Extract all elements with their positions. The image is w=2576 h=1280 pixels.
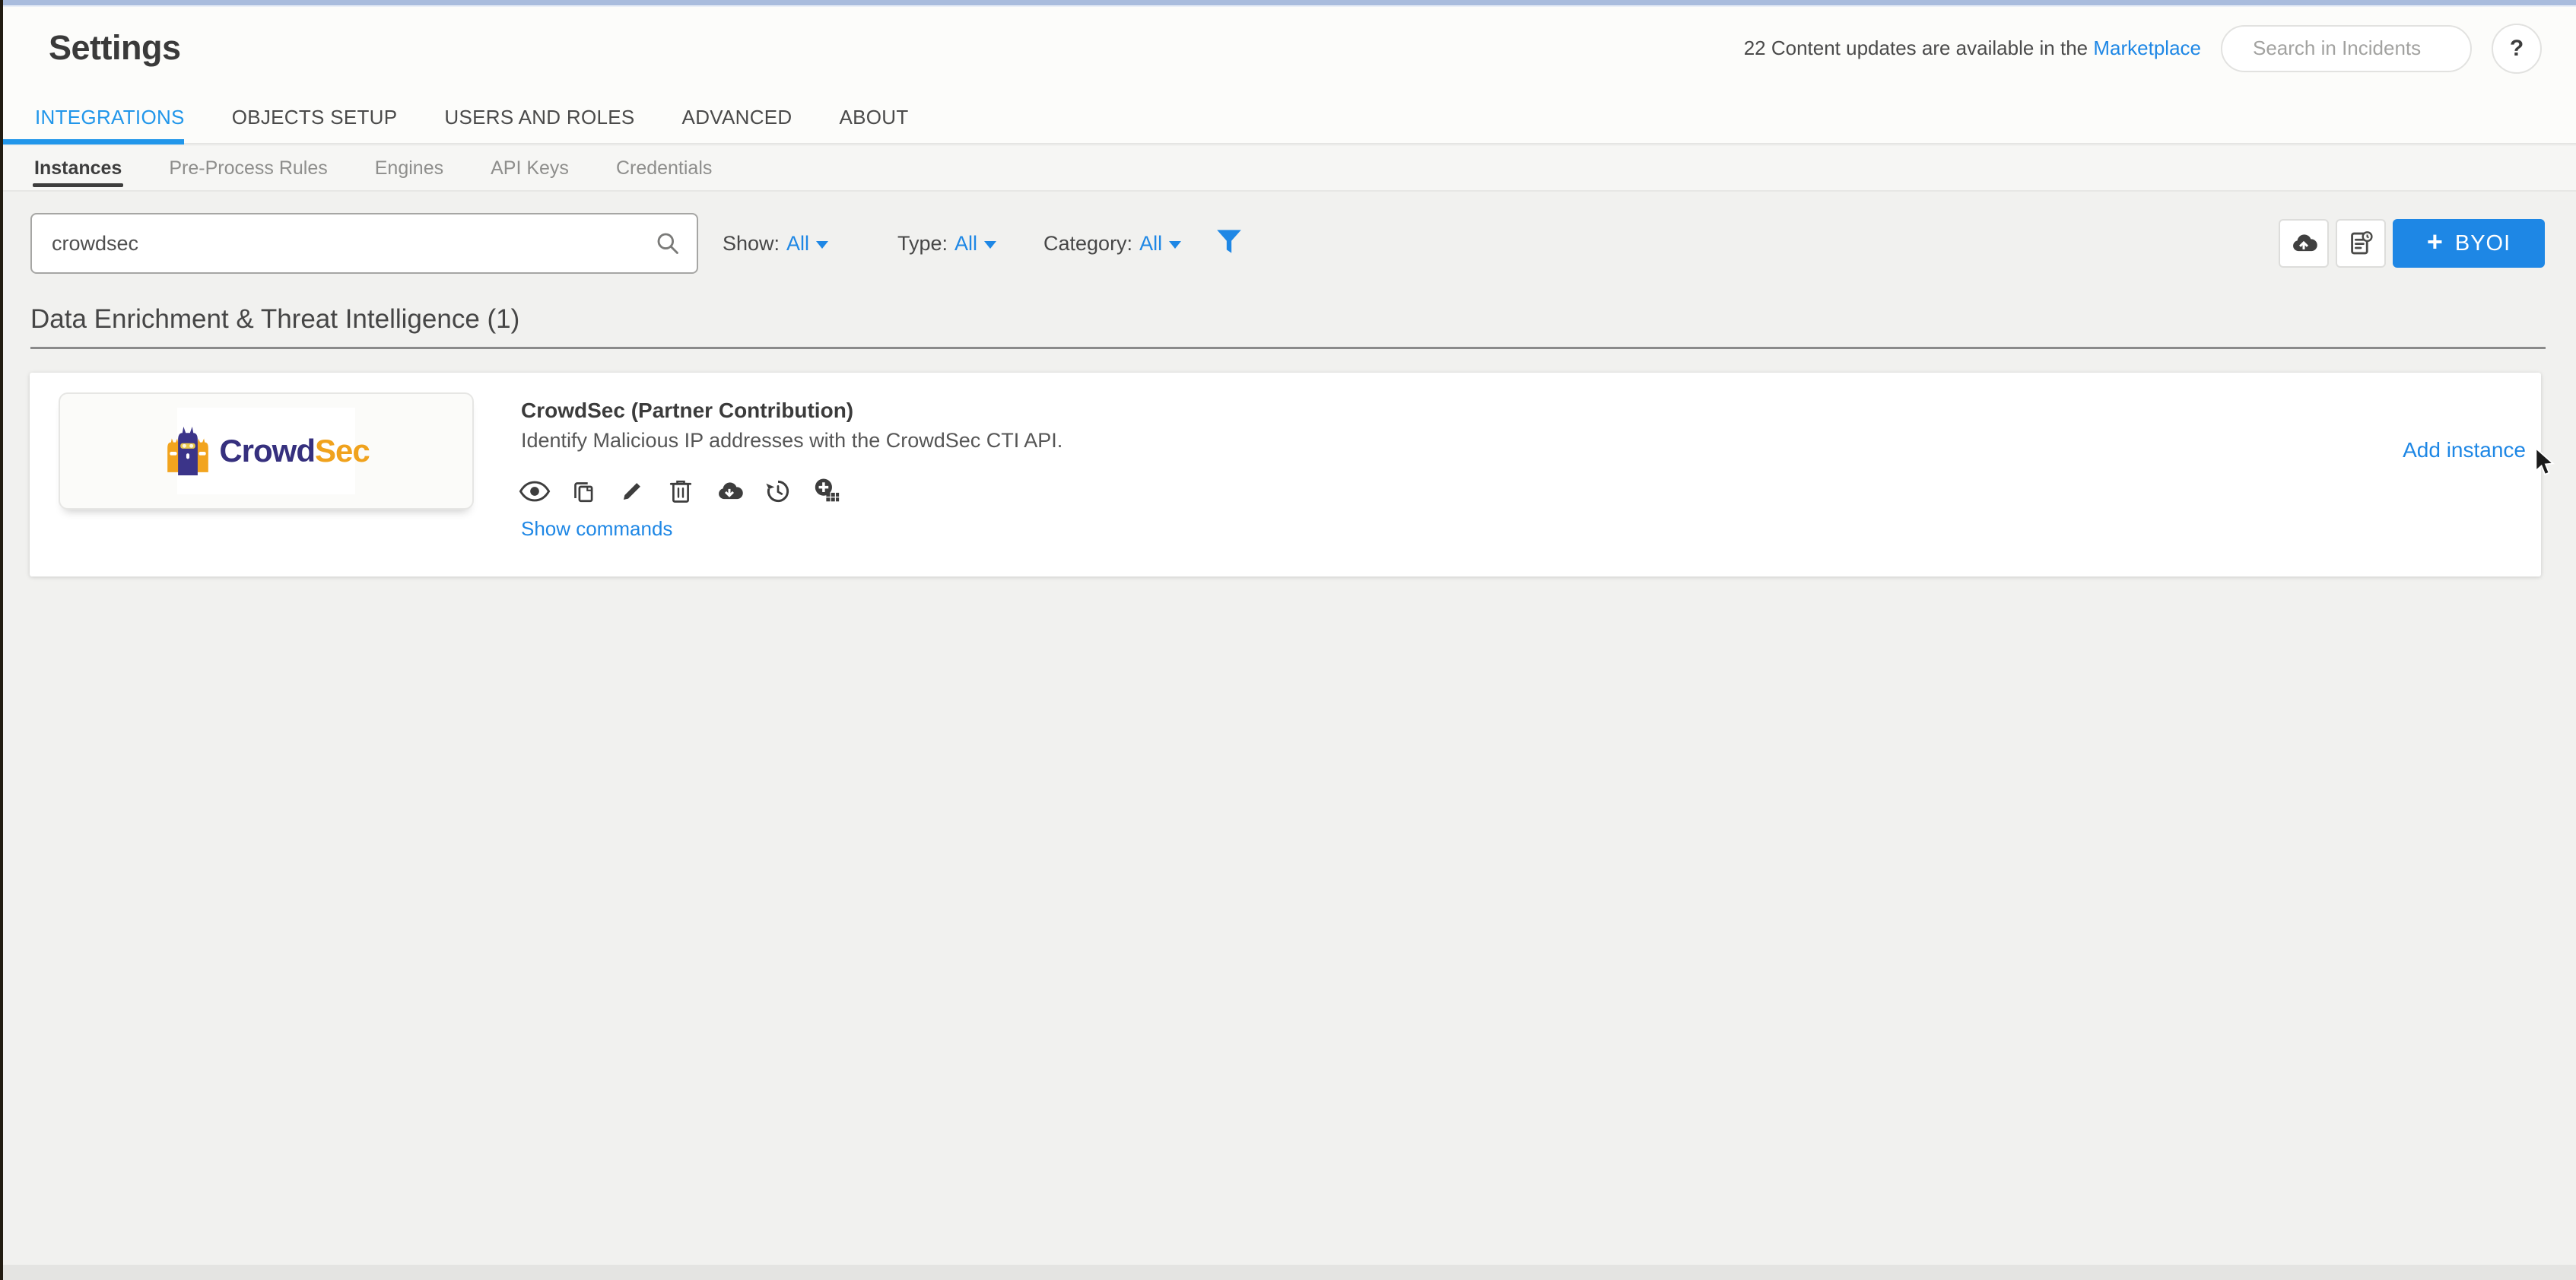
eye-icon (519, 478, 551, 505)
content-updates-prefix: 22 Content updates are available in the (1744, 37, 2088, 59)
main-tabbar: INTEGRATIONS OBJECTS SETUP USERS AND ROL… (0, 91, 2576, 145)
section-divider (30, 347, 2546, 349)
page-title: Settings (49, 28, 181, 68)
show-filter-dropdown[interactable]: Show: All (723, 213, 828, 274)
subtab-credentials[interactable]: Credentials (616, 146, 712, 190)
pencil-icon (619, 478, 645, 504)
restore-version-button[interactable] (761, 475, 795, 508)
cloud-upload-icon (2289, 229, 2318, 258)
filter-row: Show: All Type: All Category: All (0, 213, 2576, 277)
duplicate-icon (570, 478, 597, 505)
window-bottom-edge (0, 1265, 2576, 1280)
subtab-engines[interactable]: Engines (375, 146, 443, 190)
category-filter-value: All (1139, 232, 1162, 256)
window-top-edge (0, 0, 2576, 7)
help-button[interactable]: ? (2492, 24, 2542, 74)
sub-tabbar: Instances Pre-Process Rules Engines API … (0, 146, 2576, 192)
history-icon (764, 478, 792, 505)
byoi-button[interactable]: + BYOI (2393, 219, 2545, 268)
crowdsec-wordmark-sec: Sec (315, 433, 370, 468)
category-section-title: Data Enrichment & Threat Intelligence (1… (30, 304, 519, 335)
header-right-cluster: 22 Content updates are available in the … (1744, 5, 2542, 91)
window-left-edge (0, 0, 3, 1280)
type-filter-value: All (954, 232, 977, 256)
content-updates-button[interactable] (2336, 219, 2386, 268)
help-icon: ? (2510, 36, 2524, 62)
caret-down-icon (816, 241, 828, 249)
integration-card: CrowdSec CrowdSec (Partner Contribution)… (30, 373, 2541, 576)
crowdsec-logo: CrowdSec (177, 408, 355, 494)
subtab-api-keys[interactable]: API Keys (491, 146, 569, 190)
settings-page: Settings 22 Content updates are availabl… (0, 0, 2576, 1280)
plus-grid-icon (812, 477, 841, 506)
subtab-pre-process-rules[interactable]: Pre-Process Rules (169, 146, 327, 190)
content-updates-text: 22 Content updates are available in the … (1744, 37, 2201, 60)
crowdsec-wordmark: CrowdSec (219, 433, 369, 469)
page-header: Settings 22 Content updates are availabl… (0, 5, 2576, 91)
filter-funnel-button[interactable] (1214, 225, 1244, 260)
tab-users-and-roles[interactable]: USERS AND ROLES (444, 106, 634, 129)
tab-integrations[interactable]: INTEGRATIONS (35, 106, 185, 129)
edit-integration-button[interactable] (615, 475, 649, 508)
integration-search-box[interactable] (30, 213, 698, 274)
document-clock-icon (2346, 229, 2375, 258)
filter-icon (1214, 225, 1244, 260)
crowdsec-mascots-icon (163, 423, 213, 479)
global-search-input[interactable] (2251, 36, 2463, 61)
copy-integration-button[interactable] (567, 475, 600, 508)
global-search-pill[interactable] (2221, 25, 2472, 72)
show-filter-value: All (786, 232, 809, 256)
view-integration-button[interactable] (518, 475, 551, 508)
type-filter-dropdown[interactable]: Type: All (897, 213, 996, 274)
active-tab-underline (0, 139, 184, 145)
search-icon (654, 230, 681, 257)
caret-down-icon (984, 241, 996, 249)
category-filter-label: Category: (1043, 232, 1132, 256)
delete-integration-button[interactable] (664, 475, 697, 508)
cloud-download-icon (715, 477, 744, 506)
subtab-instances[interactable]: Instances (34, 146, 122, 190)
caret-down-icon (1169, 241, 1181, 249)
tab-about[interactable]: ABOUT (840, 106, 909, 129)
integration-title: CrowdSec (Partner Contribution) (521, 399, 853, 423)
crowdsec-wordmark-crowd: Crowd (219, 433, 315, 468)
upload-integration-button[interactable] (2279, 219, 2329, 268)
show-filter-label: Show: (723, 232, 780, 256)
add-widget-button[interactable] (810, 475, 843, 508)
integration-description: Identify Malicious IP addresses with the… (521, 429, 1062, 453)
integration-actions (518, 475, 843, 508)
show-commands-link[interactable]: Show commands (521, 517, 672, 541)
byoi-button-label: BYOI (2455, 231, 2511, 256)
integration-logo-box: CrowdSec (59, 392, 474, 510)
tab-advanced[interactable]: ADVANCED (682, 106, 792, 129)
tab-objects-setup[interactable]: OBJECTS SETUP (232, 106, 398, 129)
integration-search-input[interactable] (32, 232, 654, 256)
marketplace-link[interactable]: Marketplace (2093, 37, 2201, 59)
add-instance-link[interactable]: Add instance (2403, 438, 2526, 462)
trash-icon (668, 478, 694, 505)
plus-icon: + (2427, 228, 2443, 256)
download-integration-button[interactable] (713, 475, 746, 508)
category-filter-dropdown[interactable]: Category: All (1043, 213, 1181, 274)
type-filter-label: Type: (897, 232, 948, 256)
